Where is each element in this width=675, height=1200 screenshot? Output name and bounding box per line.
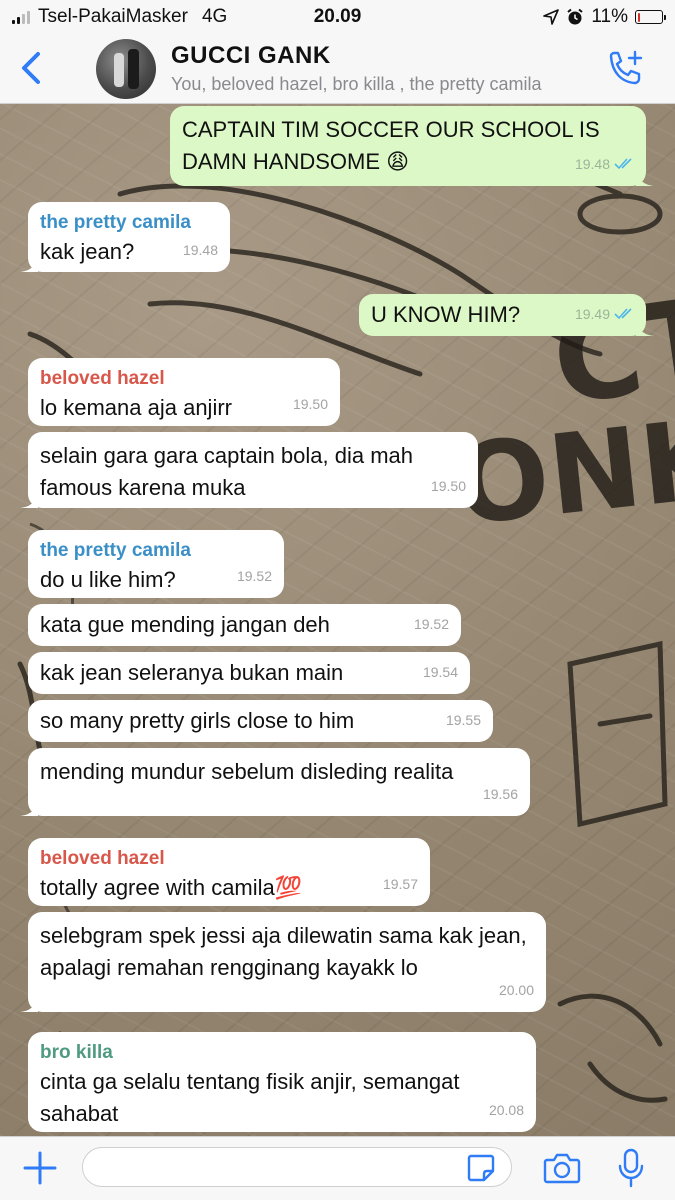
group-name[interactable]: GUCCI GANK xyxy=(171,42,331,70)
camera-icon[interactable] xyxy=(543,1151,581,1185)
message-time: 19.48 xyxy=(574,156,610,172)
message-time: 19.55 xyxy=(445,712,481,728)
bubble-tail xyxy=(636,170,654,186)
incoming-message[interactable]: bro killa cinta ga selalu tentang fisik … xyxy=(28,1032,536,1132)
sender-name[interactable]: bro killa xyxy=(40,1040,524,1066)
chat-header: GUCCI GANK You, beloved hazel, bro killa… xyxy=(0,34,675,104)
incoming-message[interactable]: kata gue mending jangan deh 19.52 xyxy=(28,604,461,646)
message-meta: 19.48 xyxy=(575,148,634,180)
message-text: lo kemana aja anjirr xyxy=(40,395,232,420)
incoming-message[interactable]: kak jean seleranya bukan main 19.54 xyxy=(28,652,470,694)
read-ticks-icon xyxy=(614,308,632,320)
battery-percent: 11% xyxy=(591,6,628,27)
outgoing-message[interactable]: U KNOW HIM? 19.49 xyxy=(359,294,654,336)
incoming-message[interactable]: mending mundur sebelum disleding realita… xyxy=(20,748,530,816)
message-time: 19.56 xyxy=(482,786,518,802)
message-time: 19.52 xyxy=(413,616,449,632)
bubble-tail xyxy=(636,320,654,336)
sticker-icon[interactable] xyxy=(466,1153,496,1183)
message-meta: 19.50 xyxy=(293,388,328,420)
message-text: kata gue mending jangan deh xyxy=(40,612,330,637)
message-meta: 19.56 xyxy=(483,778,518,810)
location-arrow-icon xyxy=(543,9,560,25)
message-time: 19.57 xyxy=(382,876,418,892)
microphone-icon[interactable] xyxy=(618,1148,644,1188)
message-meta: 19.55 xyxy=(446,704,481,736)
message-meta: 19.49 xyxy=(575,298,634,330)
alarm-clock-icon xyxy=(567,8,584,25)
message-meta: 19.50 xyxy=(431,470,466,502)
group-members[interactable]: You, beloved hazel, bro killa , the pret… xyxy=(171,74,581,95)
message-meta: 20.00 xyxy=(499,974,534,1006)
status-bar: Tsel-PakaiMasker 4G 20.09 11% xyxy=(0,0,675,34)
status-right: 11% xyxy=(543,6,666,28)
message-text: cinta ga selalu tentang fisik anjir, sem… xyxy=(40,1069,460,1126)
battery-icon xyxy=(635,10,666,24)
incoming-message[interactable]: selebgram spek jessi aja dilewatin sama … xyxy=(20,912,546,1012)
message-meta: 20.08 xyxy=(489,1094,524,1126)
back-chevron-icon[interactable] xyxy=(14,46,50,90)
incoming-message[interactable]: beloved hazel totally agree with camila💯… xyxy=(28,838,430,906)
group-avatar[interactable] xyxy=(96,39,156,99)
add-call-icon[interactable] xyxy=(605,50,645,88)
message-time: 19.50 xyxy=(430,478,466,494)
message-time: 19.52 xyxy=(236,568,272,584)
message-text: selain gara gara captain bola, dia mah f… xyxy=(40,443,414,500)
sender-name[interactable]: the pretty camila xyxy=(40,210,218,236)
message-time: 20.08 xyxy=(488,1102,524,1118)
bubble-tail xyxy=(20,256,38,272)
incoming-message[interactable]: selain gara gara captain bola, dia mah f… xyxy=(20,432,478,508)
message-text: mending mundur sebelum disleding realita xyxy=(40,759,454,784)
message-meta: 19.57 xyxy=(383,868,418,900)
message-time: 19.49 xyxy=(574,306,610,322)
message-text: totally agree with camila💯 xyxy=(40,875,303,900)
message-meta: 19.54 xyxy=(423,656,458,688)
message-text: kak jean seleranya bukan main xyxy=(40,660,344,685)
plus-icon[interactable] xyxy=(22,1150,58,1186)
bubble-tail xyxy=(20,492,38,508)
outgoing-message[interactable]: CAPTAIN TIM SOCCER OUR SCHOOL IS DAMN HA… xyxy=(170,106,654,186)
message-time: 19.54 xyxy=(422,664,458,680)
incoming-message[interactable]: so many pretty girls close to him 19.55 xyxy=(28,700,493,742)
message-time: 19.50 xyxy=(292,396,328,412)
incoming-message[interactable]: the pretty camila kak jean? 19.48 xyxy=(20,202,230,272)
incoming-message[interactable]: beloved hazel lo kemana aja anjirr 19.50 xyxy=(28,358,340,426)
message-meta: 19.52 xyxy=(237,560,272,592)
message-meta: 19.48 xyxy=(183,234,218,266)
message-text: selebgram spek jessi aja dilewatin sama … xyxy=(40,923,527,980)
message-input[interactable] xyxy=(82,1147,512,1187)
input-bar xyxy=(0,1136,675,1200)
bubble-tail xyxy=(20,996,38,1012)
message-text: CAPTAIN TIM SOCCER OUR SCHOOL IS DAMN HA… xyxy=(182,117,600,174)
sender-name[interactable]: beloved hazel xyxy=(40,366,328,392)
read-ticks-icon xyxy=(614,158,632,170)
bubble-tail xyxy=(20,800,38,816)
message-meta: 19.52 xyxy=(414,608,449,640)
message-time: 19.48 xyxy=(182,242,218,258)
message-time: 20.00 xyxy=(498,982,534,998)
chat-body[interactable]: CTIO ONKEYS CAPTAIN TIM SOCCER OUR SCHOO… xyxy=(0,104,675,1136)
sender-name[interactable]: beloved hazel xyxy=(40,846,418,872)
incoming-message[interactable]: the pretty camila do u like him? 19.52 xyxy=(28,530,284,598)
message-text: so many pretty girls close to him xyxy=(40,708,355,733)
